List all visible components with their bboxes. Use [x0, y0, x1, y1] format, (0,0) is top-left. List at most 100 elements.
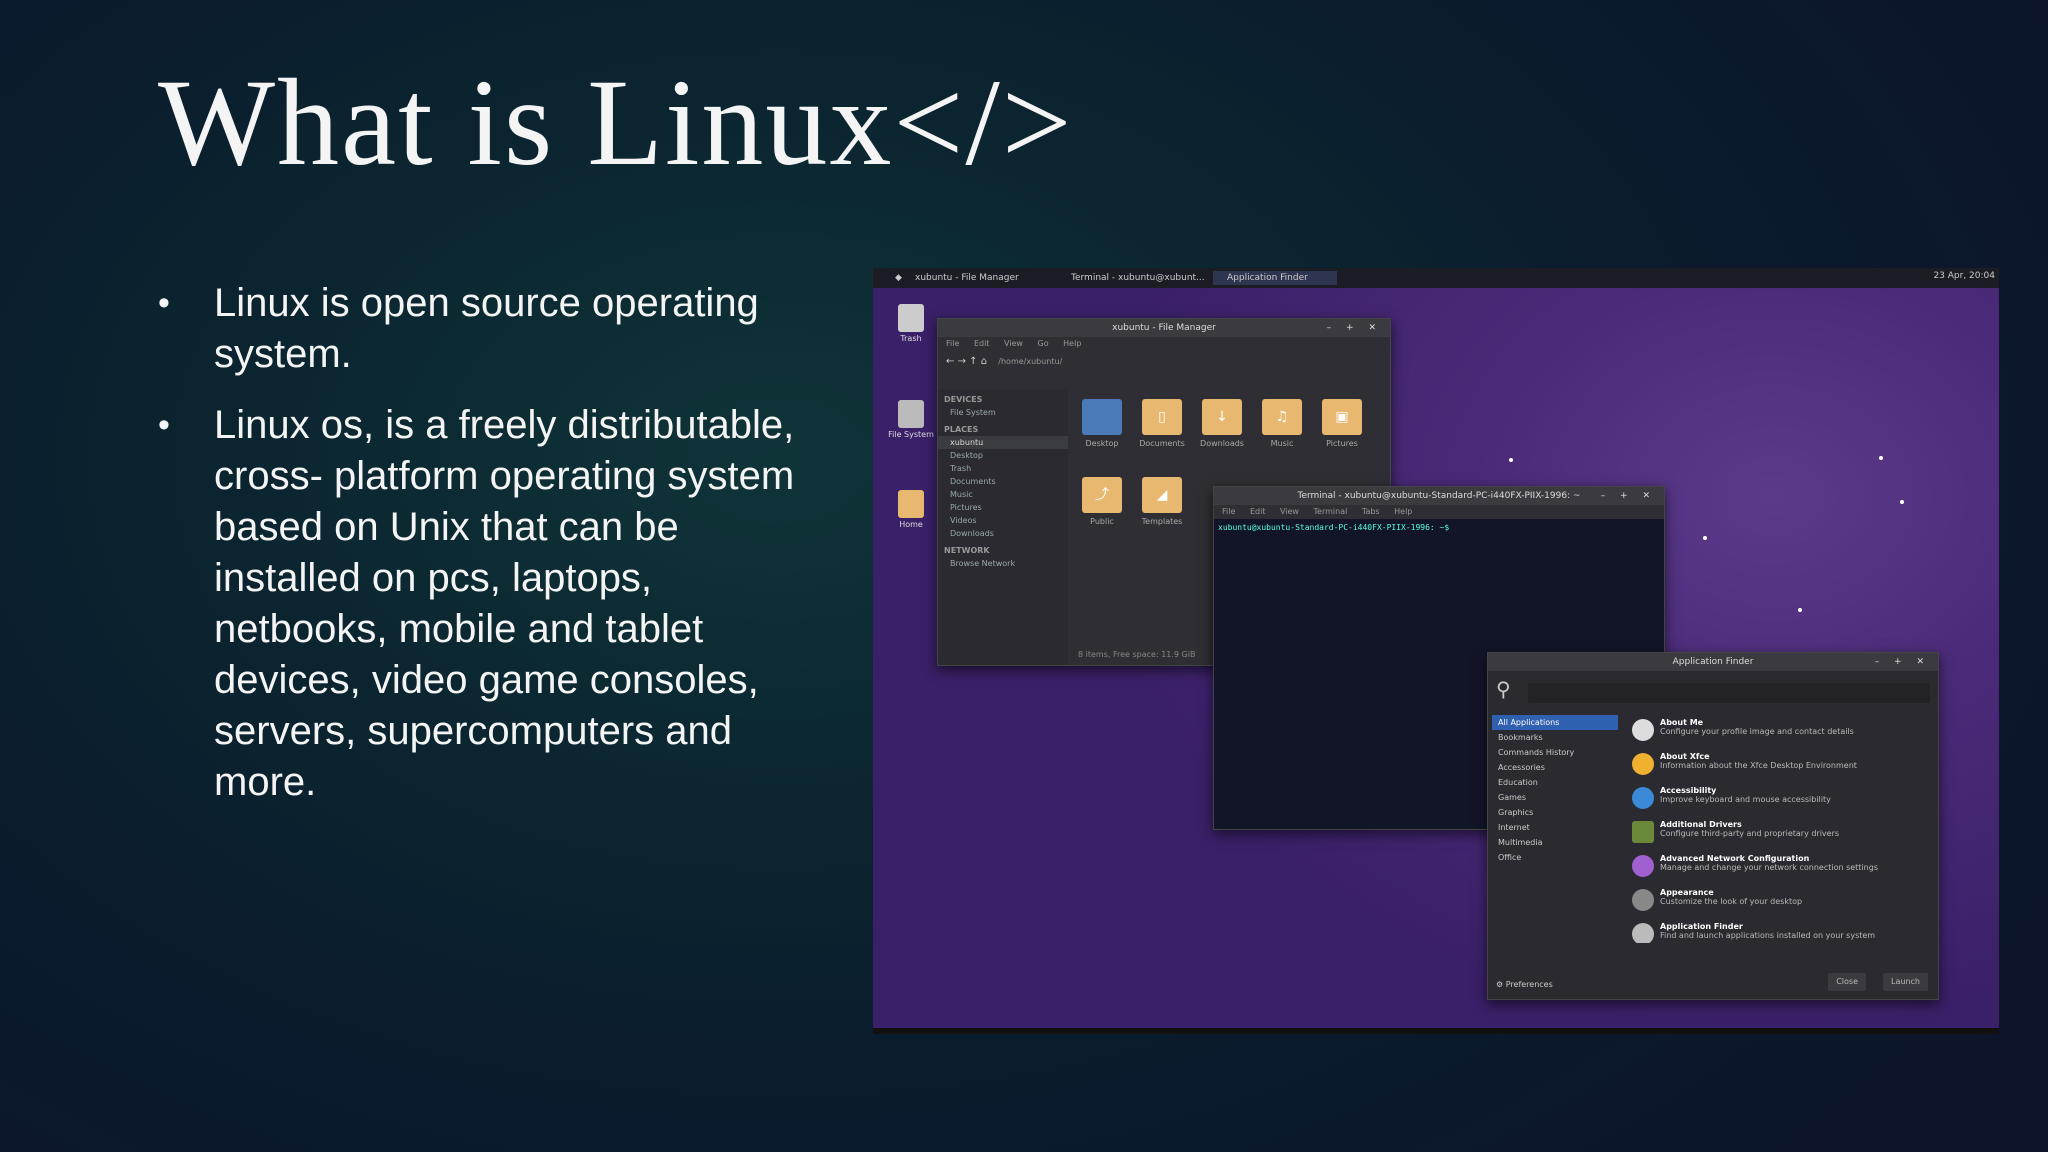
sidebar-header: DEVICES [944, 395, 983, 404]
file-manager-titlebar[interactable]: xubuntu - File Manager – + ✕ [938, 319, 1390, 337]
menu-file[interactable]: File [1222, 507, 1235, 516]
menu-go[interactable]: Go [1038, 339, 1049, 348]
category-office[interactable]: Office [1492, 850, 1618, 865]
folder-downloads[interactable]: ↓ Downloads [1198, 399, 1246, 448]
app-finder-window[interactable]: Application Finder – + ✕ ⚲ All Applicatio… [1487, 652, 1939, 1000]
app-item[interactable]: Additional Drivers Configure third-party … [1628, 817, 1928, 851]
app-name: Accessibility [1660, 786, 1717, 795]
desktop-icon-trash[interactable]: Trash [883, 304, 939, 343]
file-manager-menubar: File Edit View Go Help [938, 337, 1390, 351]
chip-icon [1632, 821, 1654, 843]
folder-templates[interactable]: ◢ Templates [1138, 477, 1186, 526]
up-arrow-icon[interactable]: ↑ [969, 356, 977, 367]
sidebar-item-home[interactable]: xubuntu [938, 436, 1068, 449]
sidebar-item-downloads[interactable]: Downloads [938, 527, 1068, 540]
bullet-item: • Linux os, is a freely distributable, cr… [158, 400, 798, 808]
close-button[interactable]: Close [1828, 973, 1866, 991]
panel-clock[interactable]: 23 Apr, 20:04 [1933, 271, 1995, 281]
sidebar-item-pictures[interactable]: Pictures [938, 501, 1068, 514]
back-arrow-icon[interactable]: ← [946, 356, 954, 367]
category-education[interactable]: Education [1492, 775, 1618, 790]
category-bookmarks[interactable]: Bookmarks [1492, 730, 1618, 745]
trash-icon [898, 304, 924, 332]
sidebar-item-network[interactable]: Browse Network [938, 557, 1068, 570]
desktop-icon-label: File System [888, 430, 934, 439]
star [1703, 536, 1707, 540]
category-graphics[interactable]: Graphics [1492, 805, 1618, 820]
folder-public[interactable]: ⤴ Public [1078, 477, 1126, 526]
sidebar-item-documents[interactable]: Documents [938, 475, 1068, 488]
menu-terminal[interactable]: Terminal [1314, 507, 1348, 516]
folder-desktop[interactable]: Desktop [1078, 399, 1126, 448]
search-icon [1632, 923, 1654, 943]
app-item[interactable]: Advanced Network Configuration Manage and… [1628, 851, 1928, 885]
path-bar[interactable]: /home/xubuntu/ [998, 357, 1062, 366]
window-controls[interactable]: – + ✕ [1327, 319, 1382, 337]
app-name: About Me [1660, 718, 1704, 727]
network-icon [1632, 855, 1654, 877]
app-item[interactable]: About Xfce Information about the Xfce Des… [1628, 749, 1928, 783]
xubuntu-desktop-screenshot: ◆ xubuntu - File Manager Terminal - xubu… [873, 268, 1999, 1028]
menu-file[interactable]: File [946, 339, 959, 348]
sidebar-item-desktop[interactable]: Desktop [938, 449, 1068, 462]
folder-pictures[interactable]: ▣ Pictures [1318, 399, 1366, 448]
star [1509, 458, 1513, 462]
task-terminal[interactable]: Terminal - xubuntu@xubunt... [1057, 271, 1205, 285]
task-app-finder[interactable]: Application Finder [1213, 271, 1337, 285]
search-icon: ⚲ [1496, 677, 1511, 701]
star-icon [1632, 753, 1654, 775]
category-all-applications[interactable]: All Applications [1492, 715, 1618, 730]
app-item[interactable]: Accessibility Improve keyboard and mouse … [1628, 783, 1928, 817]
preferences-button[interactable]: ⚙ Preferences [1496, 980, 1553, 989]
terminal-titlebar[interactable]: Terminal - xubuntu@xubuntu-Standard-PC-i… [1214, 487, 1664, 505]
folder-label: Downloads [1200, 439, 1244, 448]
app-finder-titlebar[interactable]: Application Finder – + ✕ [1488, 653, 1938, 671]
window-controls[interactable]: – + ✕ [1601, 487, 1656, 505]
whisker-menu-icon[interactable]: ◆ [881, 271, 902, 285]
home-folder-icon [898, 490, 924, 518]
forward-arrow-icon[interactable]: → [958, 356, 966, 367]
app-desc: Manage and change your network connectio… [1660, 863, 1878, 872]
folder-music[interactable]: ♫ Music [1258, 399, 1306, 448]
sidebar-item-filesystem[interactable]: File System [938, 406, 1068, 419]
sidebar-item-trash[interactable]: Trash [938, 462, 1068, 475]
menu-tabs[interactable]: Tabs [1362, 507, 1380, 516]
launch-button[interactable]: Launch [1883, 973, 1928, 991]
menu-help[interactable]: Help [1063, 339, 1081, 348]
category-multimedia[interactable]: Multimedia [1492, 835, 1618, 850]
menu-view[interactable]: View [1004, 339, 1023, 348]
menu-help[interactable]: Help [1394, 507, 1412, 516]
bullet-glyph: • [158, 284, 170, 322]
category-accessories[interactable]: Accessories [1492, 760, 1618, 775]
app-name: About Xfce [1660, 752, 1710, 761]
sidebar-item-videos[interactable]: Videos [938, 514, 1068, 527]
gear-icon: ⚙ [1496, 980, 1504, 989]
app-item[interactable]: Application Finder Find and launch applic… [1628, 919, 1928, 943]
category-list: All Applications Bookmarks Commands Hist… [1492, 715, 1618, 941]
menu-edit[interactable]: Edit [1250, 507, 1266, 516]
menu-view[interactable]: View [1280, 507, 1299, 516]
top-panel: ◆ xubuntu - File Manager Terminal - xubu… [873, 268, 1999, 288]
home-icon[interactable]: ⌂ [981, 356, 987, 367]
category-internet[interactable]: Internet [1492, 820, 1618, 835]
category-games[interactable]: Games [1492, 790, 1618, 805]
app-name: Additional Drivers [1660, 820, 1742, 829]
desktop-icon-filesystem[interactable]: File System [883, 400, 939, 439]
folder-documents[interactable]: ▯ Documents [1138, 399, 1186, 448]
bullet-glyph: • [158, 406, 170, 444]
sidebar-item-music[interactable]: Music [938, 488, 1068, 501]
category-commands-history[interactable]: Commands History [1492, 745, 1618, 760]
desktop-icon-home[interactable]: Home [883, 490, 939, 529]
window-controls[interactable]: – + ✕ [1875, 653, 1930, 671]
task-file-manager[interactable]: xubuntu - File Manager [901, 271, 1019, 285]
app-item[interactable]: About Me Configure your profile image and… [1628, 715, 1928, 749]
folder-label: Documents [1139, 439, 1185, 448]
app-desc: Improve keyboard and mouse accessibility [1660, 795, 1831, 804]
desktop-icon-label: Trash [900, 334, 922, 343]
app-item[interactable]: Appearance Customize the look of your des… [1628, 885, 1928, 919]
app-name: Application Finder [1660, 922, 1743, 931]
app-name: Advanced Network Configuration [1660, 854, 1810, 863]
app-desc: Find and launch applications installed o… [1660, 931, 1876, 940]
menu-edit[interactable]: Edit [974, 339, 990, 348]
search-input[interactable] [1528, 683, 1930, 703]
